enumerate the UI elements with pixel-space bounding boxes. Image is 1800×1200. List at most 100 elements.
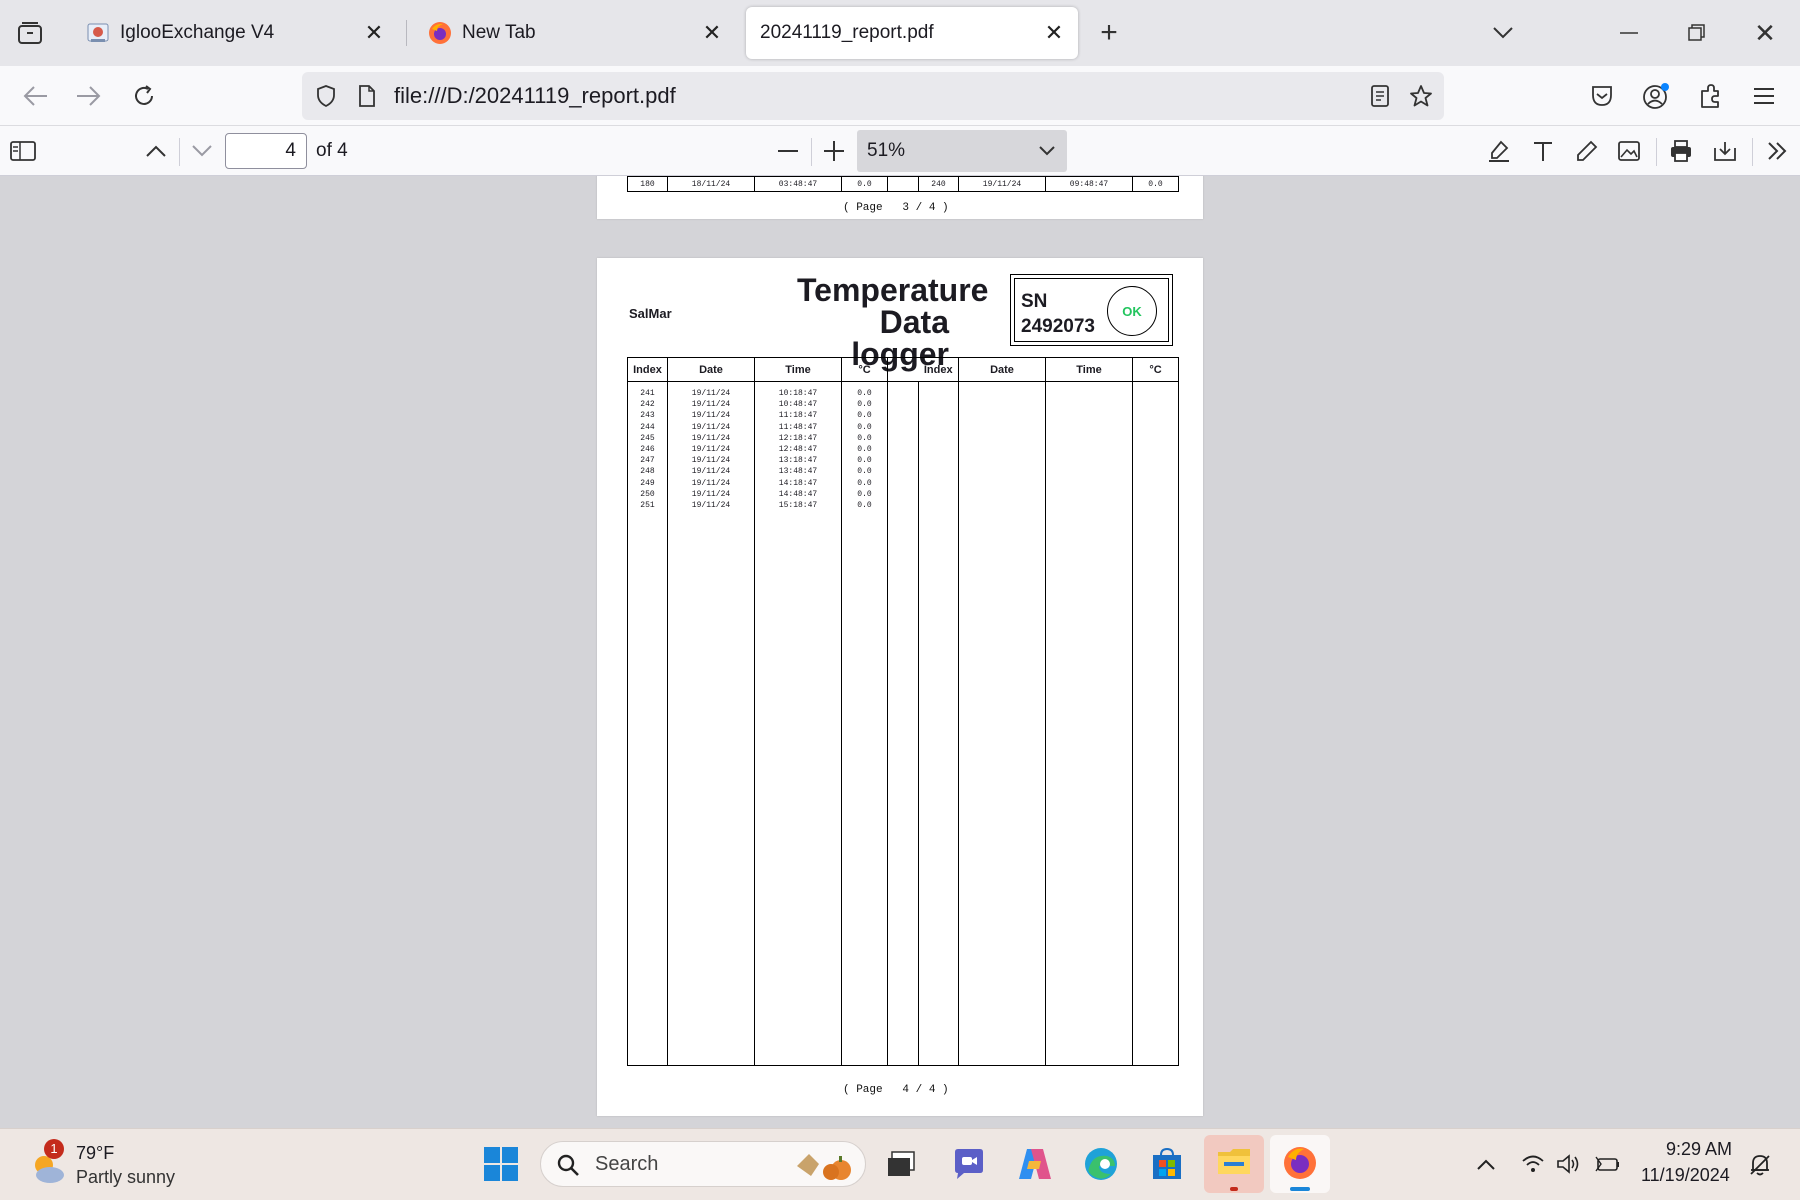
close-icon[interactable]: ✕ bbox=[362, 20, 386, 45]
restore-icon[interactable] bbox=[1682, 20, 1712, 46]
volume-icon[interactable] bbox=[1556, 1151, 1582, 1177]
toolbar-separator bbox=[1752, 138, 1753, 166]
search-placeholder: Search bbox=[595, 1153, 659, 1175]
tab-iglooexchange[interactable]: IglooExchange V4 ✕ bbox=[68, 7, 398, 59]
forward-arrow-icon[interactable] bbox=[70, 78, 106, 114]
clock-date[interactable]: 11/19/2024 bbox=[1641, 1165, 1730, 1186]
minimize-icon[interactable] bbox=[1614, 20, 1644, 46]
teams-chat-icon[interactable] bbox=[946, 1141, 992, 1187]
edge-browser-icon[interactable] bbox=[1078, 1141, 1124, 1187]
next-page-icon[interactable] bbox=[185, 134, 219, 168]
toolbar-separator bbox=[179, 138, 180, 166]
zoom-in-icon[interactable] bbox=[817, 134, 851, 168]
column-header: Time bbox=[1045, 357, 1133, 382]
date-cell: 19/11/24 bbox=[958, 176, 1046, 192]
file-explorer-icon bbox=[1216, 1145, 1252, 1179]
pocket-icon[interactable] bbox=[1584, 78, 1620, 114]
new-tab-plus-icon[interactable]: + bbox=[1094, 16, 1124, 49]
table-header-row: Index Date Time °C Index Date Time °C bbox=[627, 357, 1179, 382]
list-item: 10:18:47 bbox=[778, 389, 818, 398]
notifications-bell-icon[interactable] bbox=[1746, 1151, 1774, 1179]
temp-cell: 0.0 bbox=[841, 176, 888, 192]
url-bar[interactable]: file:///D:/20241119_report.pdf bbox=[302, 72, 1444, 120]
list-item: 248 bbox=[640, 467, 655, 477]
date-cell: 18/11/24 bbox=[667, 176, 755, 192]
bookmark-star-icon[interactable] bbox=[1408, 83, 1434, 109]
list-item: 19/11/24 bbox=[691, 489, 731, 499]
zoom-out-icon[interactable] bbox=[771, 134, 805, 168]
page-count-label: of 4 bbox=[316, 140, 348, 161]
tab-separator bbox=[406, 20, 407, 46]
list-item: 0.0 bbox=[857, 501, 872, 511]
date-column-right bbox=[958, 381, 1046, 1066]
windows-start-icon[interactable] bbox=[478, 1141, 524, 1187]
tab-report-pdf[interactable]: 20241119_report.pdf ✕ bbox=[746, 7, 1078, 59]
list-item: 0.0 bbox=[857, 422, 872, 432]
list-item: 244 bbox=[640, 422, 655, 432]
list-item: 0.0 bbox=[857, 478, 872, 488]
report-title-line1: Temperature bbox=[797, 272, 989, 308]
wifi-icon[interactable] bbox=[1520, 1151, 1546, 1177]
clock-time[interactable]: 9:29 AM bbox=[1666, 1139, 1732, 1160]
tab-title: New Tab bbox=[462, 22, 536, 43]
highlight-icon[interactable] bbox=[1482, 134, 1516, 168]
zoom-select[interactable]: 51% bbox=[857, 130, 1067, 172]
save-download-icon[interactable] bbox=[1708, 134, 1742, 168]
close-icon[interactable]: ✕ bbox=[1042, 20, 1066, 45]
back-arrow-icon[interactable] bbox=[18, 78, 54, 114]
index-cell: 240 bbox=[918, 176, 959, 192]
index-column-right bbox=[918, 381, 959, 1066]
account-icon[interactable] bbox=[1638, 78, 1674, 114]
copilot-icon[interactable] bbox=[1012, 1141, 1058, 1187]
list-item: 19/11/24 bbox=[691, 433, 731, 443]
file-explorer-button[interactable] bbox=[1204, 1135, 1264, 1193]
reload-icon[interactable] bbox=[126, 78, 162, 114]
battery-charging-icon[interactable] bbox=[1594, 1151, 1622, 1177]
page-footer: ( Page 3 / 4 ) bbox=[843, 202, 949, 214]
sidebar-toggle-icon[interactable] bbox=[6, 134, 40, 168]
add-image-icon[interactable] bbox=[1612, 134, 1646, 168]
close-icon[interactable]: ✕ bbox=[700, 20, 724, 45]
reader-view-icon[interactable] bbox=[1368, 84, 1392, 108]
tab-list-icon[interactable] bbox=[16, 20, 44, 46]
list-item: 19/11/24 bbox=[691, 400, 731, 410]
pdf-viewer[interactable]: 180 18/11/24 03:48:47 0.0 240 19/11/24 0… bbox=[0, 176, 1800, 1128]
tab-overflow-chevron-icon[interactable] bbox=[1490, 20, 1516, 46]
time-column-right bbox=[1045, 381, 1133, 1066]
weather-widget[interactable]: 1 79°F Partly sunny bbox=[22, 1139, 222, 1191]
pdf-page-3: 180 18/11/24 03:48:47 0.0 240 19/11/24 0… bbox=[597, 176, 1203, 219]
hamburger-menu-icon[interactable] bbox=[1746, 78, 1782, 114]
index-column: 241 242 243 244 245 246 247 248 249 250 … bbox=[627, 381, 668, 1066]
tab-new-tab[interactable]: New Tab ✕ bbox=[410, 7, 736, 59]
sn-value: 2492073 bbox=[1021, 316, 1095, 337]
table-row: 180 18/11/24 03:48:47 0.0 240 19/11/24 0… bbox=[627, 176, 1179, 192]
column-header: °C bbox=[841, 357, 888, 382]
temp-column: 0.0 0.0 0.0 0.0 0.0 0.0 0.0 0.0 0.0 0.0 … bbox=[841, 381, 888, 1066]
url-text[interactable]: file:///D:/20241119_report.pdf bbox=[394, 83, 676, 109]
window-close-icon[interactable]: ✕ bbox=[1750, 18, 1780, 48]
extensions-icon[interactable] bbox=[1692, 78, 1728, 114]
previous-page-icon[interactable] bbox=[139, 134, 173, 168]
print-icon[interactable] bbox=[1664, 134, 1698, 168]
list-item: 0.0 bbox=[857, 389, 872, 398]
notification-badge: 1 bbox=[44, 1139, 64, 1159]
taskbar-search-box[interactable]: Search bbox=[540, 1141, 866, 1187]
show-hidden-icons-chevron-icon[interactable] bbox=[1474, 1153, 1498, 1177]
spacer-column bbox=[887, 381, 919, 1066]
microsoft-store-icon[interactable] bbox=[1144, 1141, 1190, 1187]
weather-description: Partly sunny bbox=[76, 1167, 176, 1187]
list-item: 14:18:47 bbox=[778, 478, 818, 488]
list-item: 13:48:47 bbox=[778, 467, 818, 477]
tools-menu-chevrons-icon[interactable] bbox=[1760, 134, 1794, 168]
firefox-taskbar-button[interactable] bbox=[1270, 1135, 1330, 1193]
page-number-input[interactable]: 4 bbox=[225, 133, 307, 169]
draw-pen-icon[interactable] bbox=[1570, 134, 1604, 168]
tracking-shield-icon[interactable] bbox=[314, 84, 338, 108]
pdf-page-4: SalMar Temperature Data logger SN 249207… bbox=[597, 258, 1203, 1116]
text-tool-icon[interactable] bbox=[1526, 134, 1560, 168]
list-item: 12:18:47 bbox=[778, 433, 818, 443]
list-item: 0.0 bbox=[857, 489, 872, 499]
index-list: 241 242 243 244 245 246 247 248 249 250 … bbox=[628, 388, 667, 511]
pdf-toolbar: 4 of 4 51% bbox=[0, 126, 1800, 176]
task-view-icon[interactable] bbox=[878, 1141, 924, 1187]
